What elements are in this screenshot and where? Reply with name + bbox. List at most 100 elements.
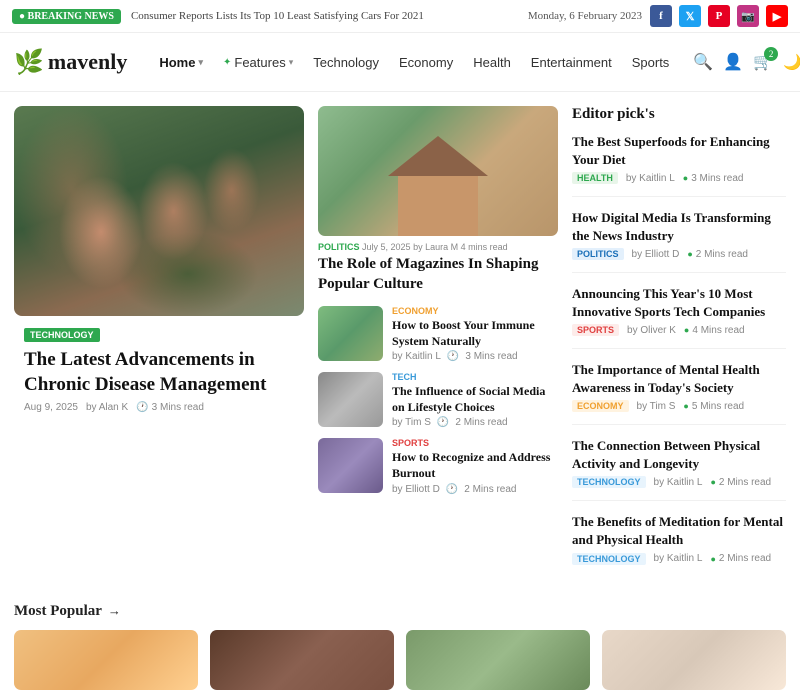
- small-article-1[interactable]: ECONOMY How to Boost Your Immune System …: [318, 306, 558, 362]
- editor-tag-3: SPORTS: [572, 324, 619, 336]
- breaking-bar-right: Monday, 6 February 2023 f 𝕏 P 📷 ▶: [528, 5, 788, 27]
- editor-item-6[interactable]: The Benefits of Meditation for Mental an…: [572, 513, 786, 576]
- header: 🌿 mavenly Home ▾ ✦ Features ▾ Technology…: [0, 33, 800, 92]
- editor-title-4: The Importance of Mental Health Awarenes…: [572, 361, 786, 396]
- editor-author-5: by Kaitlin L: [654, 477, 703, 488]
- hero-image: [14, 106, 304, 316]
- popular-item-1[interactable]: [14, 630, 198, 690]
- nav-item-technology[interactable]: Technology: [303, 50, 389, 75]
- logo-text: mavenly: [48, 49, 127, 75]
- editor-item-1[interactable]: The Best Superfoods for Enhancing Your D…: [572, 133, 786, 197]
- small-readtime-2: 2 Mins read: [455, 417, 507, 428]
- small-title-3: How to Recognize and Address Burnout: [392, 450, 558, 481]
- clock-icon-3: 🕐: [446, 484, 458, 495]
- hero-article[interactable]: TECHNOLOGY The Latest Advancements in Ch…: [14, 106, 304, 589]
- breaking-text: Consumer Reports Lists Its Top 10 Least …: [131, 10, 424, 22]
- editor-tag-6: TECHNOLOGY: [572, 553, 646, 565]
- popular-item-3[interactable]: [406, 630, 590, 690]
- most-popular-title: Most Popular: [14, 603, 102, 620]
- pinterest-icon[interactable]: P: [708, 5, 730, 27]
- most-popular-arrow[interactable]: →: [108, 603, 121, 619]
- nav-item-entertainment[interactable]: Entertainment: [521, 50, 622, 75]
- editor-meta-3: SPORTS by Oliver K ● 4 Mins read: [572, 324, 786, 336]
- popular-item-4[interactable]: [602, 630, 786, 690]
- featured-author: by Laura M: [413, 242, 458, 252]
- breaking-news-bar: ● BREAKING NEWS Consumer Reports Lists I…: [0, 0, 800, 33]
- editor-picks-column: Editor pick's The Best Superfoods for En…: [572, 106, 786, 589]
- featured-read-time: 4 mins read: [461, 242, 508, 252]
- small-tag-2: TECH: [392, 372, 558, 382]
- clock-icon-1: 🕐: [447, 351, 459, 362]
- featured-title: The Role of Magazines In Shaping Popular…: [318, 255, 558, 294]
- star-icon: ✦: [223, 57, 231, 68]
- breaking-badge: ● BREAKING NEWS: [12, 9, 121, 24]
- editor-readtime-2: ● 2 Mins read: [687, 249, 748, 260]
- dark-mode-icon[interactable]: 🌙: [783, 53, 800, 72]
- editor-meta-6: TECHNOLOGY by Kaitlin L ● 2 Mins read: [572, 553, 786, 565]
- logo[interactable]: 🌿 mavenly: [14, 48, 127, 77]
- popular-grid: [14, 630, 786, 690]
- featured-image: [318, 106, 558, 236]
- center-column: POLITICS July 5, 2025 by Laura M 4 mins …: [318, 106, 558, 589]
- date-display: Monday, 6 February 2023: [528, 10, 642, 22]
- editor-item-5[interactable]: The Connection Between Physical Activity…: [572, 437, 786, 501]
- hero-meta: Aug 9, 2025 by Alan K 🕐 3 Mins read: [24, 402, 294, 413]
- popular-item-2[interactable]: [210, 630, 394, 690]
- featured-date: July 5, 2025: [362, 242, 411, 252]
- small-article-3-body: SPORTS How to Recognize and Address Burn…: [392, 438, 558, 494]
- small-meta-2: by Tim S 🕐 2 Mins read: [392, 417, 558, 428]
- editor-author-4: by Tim S: [637, 401, 676, 412]
- cart-wrap[interactable]: 🛒 2: [753, 52, 773, 72]
- chevron-down-icon: ▾: [198, 57, 203, 68]
- small-readtime-1: 3 Mins read: [465, 351, 517, 362]
- small-readtime-3: 2 Mins read: [464, 484, 516, 495]
- editor-tag-2: POLITICS: [572, 248, 624, 260]
- editor-item-4[interactable]: The Importance of Mental Health Awarenes…: [572, 361, 786, 425]
- small-article-2-image: [318, 372, 383, 427]
- small-article-2-body: TECH The Influence of Social Media on Li…: [392, 372, 558, 428]
- search-icon[interactable]: 🔍: [693, 52, 713, 72]
- editor-tag-4: ECONOMY: [572, 400, 629, 412]
- youtube-icon[interactable]: ▶: [766, 5, 788, 27]
- main-content: TECHNOLOGY The Latest Advancements in Ch…: [0, 92, 800, 589]
- facebook-icon[interactable]: f: [650, 5, 672, 27]
- nav-item-health[interactable]: Health: [463, 50, 521, 75]
- editor-author-1: by Kaitlin L: [626, 173, 675, 184]
- editor-tag-1: HEALTH: [572, 172, 618, 184]
- clock-icon-2: 🕐: [437, 417, 449, 428]
- editor-meta-2: POLITICS by Elliott D ● 2 Mins read: [572, 248, 786, 260]
- small-article-2[interactable]: TECH The Influence of Social Media on Li…: [318, 372, 558, 428]
- most-popular-section: Most Popular →: [0, 589, 800, 690]
- hero-text: TECHNOLOGY The Latest Advancements in Ch…: [14, 316, 304, 421]
- cart-badge: 2: [764, 47, 778, 61]
- hero-category-tag[interactable]: TECHNOLOGY: [24, 328, 100, 342]
- user-icon[interactable]: 👤: [723, 52, 743, 72]
- header-right: 🔍 👤 🛒 2 🌙 Buy Magazin ☰: [693, 41, 800, 83]
- hero-date: Aug 9, 2025: [24, 402, 78, 413]
- small-article-3[interactable]: SPORTS How to Recognize and Address Burn…: [318, 438, 558, 494]
- editor-author-2: by Elliott D: [632, 249, 680, 260]
- hero-title: The Latest Advancements in Chronic Disea…: [24, 348, 294, 397]
- editor-title-2: How Digital Media Is Transforming the Ne…: [572, 209, 786, 244]
- editor-item-3[interactable]: Announcing This Year's 10 Most Innovativ…: [572, 285, 786, 349]
- editor-item-2[interactable]: How Digital Media Is Transforming the Ne…: [572, 209, 786, 273]
- featured-article[interactable]: POLITICS July 5, 2025 by Laura M 4 mins …: [318, 106, 558, 294]
- editor-readtime-6: ● 2 Mins read: [710, 553, 771, 564]
- instagram-icon[interactable]: 📷: [737, 5, 759, 27]
- most-popular-header: Most Popular →: [14, 603, 786, 620]
- editor-author-6: by Kaitlin L: [654, 553, 703, 564]
- twitter-icon[interactable]: 𝕏: [679, 5, 701, 27]
- nav-item-economy[interactable]: Economy: [389, 50, 463, 75]
- small-article-3-image: [318, 438, 383, 493]
- hero-author: by Alan K: [86, 402, 128, 413]
- small-meta-1: by Kaitlin L 🕐 3 Mins read: [392, 351, 558, 362]
- clock-icon: 🕐: [136, 402, 148, 413]
- small-meta-3: by Elliott D 🕐 2 Mins read: [392, 484, 558, 495]
- nav-item-home[interactable]: Home ▾: [149, 50, 213, 75]
- main-nav: Home ▾ ✦ Features ▾ Technology Economy H…: [149, 50, 679, 75]
- editor-title-6: The Benefits of Meditation for Mental an…: [572, 513, 786, 548]
- editor-title-1: The Best Superfoods for Enhancing Your D…: [572, 133, 786, 168]
- nav-item-sports[interactable]: Sports: [622, 50, 680, 75]
- nav-item-features[interactable]: ✦ Features ▾: [213, 50, 303, 75]
- editor-author-3: by Oliver K: [627, 325, 676, 336]
